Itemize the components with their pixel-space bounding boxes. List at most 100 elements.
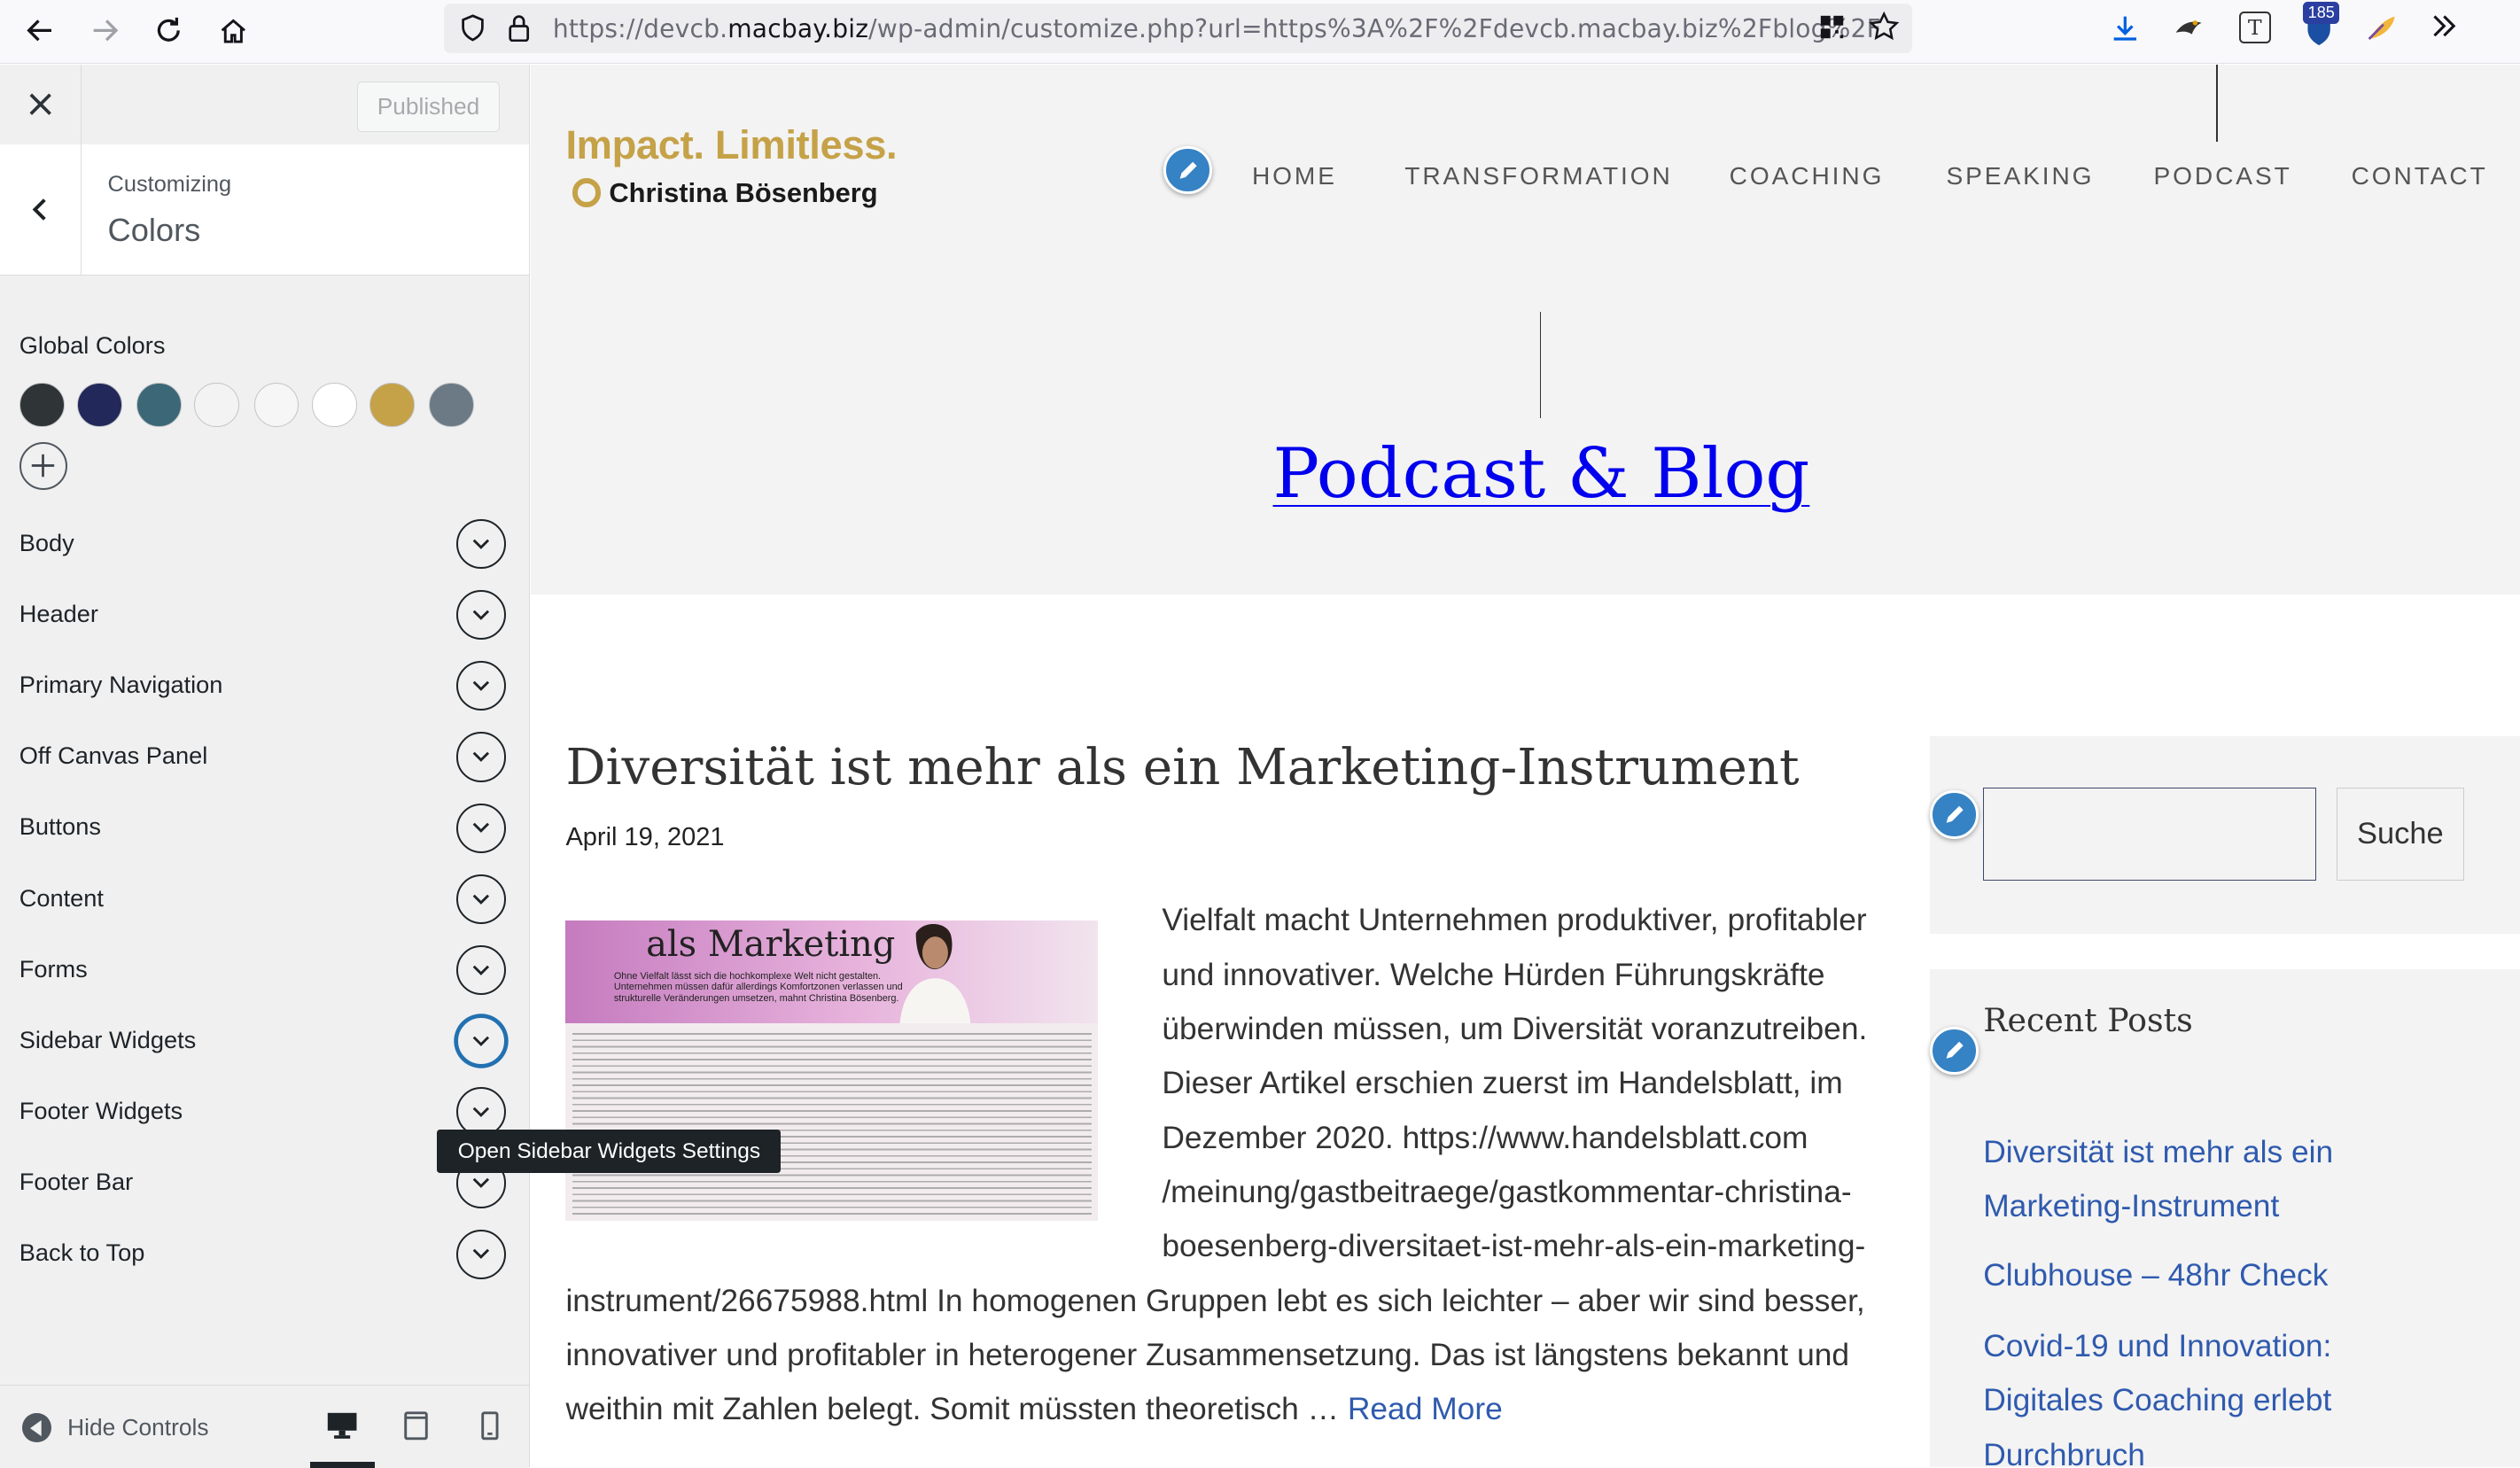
panel-row-header[interactable]: Header bbox=[0, 580, 529, 651]
page-title[interactable]: Podcast & Blog bbox=[531, 434, 2520, 514]
post-title[interactable]: Diversität ist mehr als ein Marketing-In… bbox=[565, 739, 1799, 796]
color-swatch[interactable] bbox=[194, 382, 240, 428]
color-swatch[interactable] bbox=[77, 382, 122, 428]
chevron-down-icon[interactable] bbox=[456, 518, 507, 570]
nav-item-speaking[interactable]: SPEAKING bbox=[1947, 162, 2095, 190]
color-swatch[interactable] bbox=[429, 382, 475, 428]
logo-tagline[interactable]: Impact. Limitless. bbox=[565, 122, 897, 168]
edit-pencil-icon[interactable] bbox=[1930, 1026, 1979, 1076]
post-date: April 19, 2021 bbox=[565, 822, 725, 851]
extension-bird-icon[interactable] bbox=[2173, 13, 2205, 50]
shield-icon[interactable] bbox=[460, 14, 486, 49]
browser-toolbar: https://devcb.macbay.biz/wp-admin/custom… bbox=[0, 0, 2520, 64]
url-text[interactable]: https://devcb.macbay.biz/wp-admin/custom… bbox=[553, 14, 1881, 43]
site-header: Impact. Limitless. Christina Bösenberg H… bbox=[530, 64, 2520, 595]
desktop-preview-icon[interactable] bbox=[310, 1405, 375, 1468]
download-icon[interactable] bbox=[2111, 13, 2140, 50]
chevron-down-icon[interactable] bbox=[456, 732, 507, 782]
color-swatch[interactable] bbox=[136, 382, 182, 428]
reload-icon[interactable] bbox=[148, 10, 190, 51]
recent-posts-title: Recent Posts bbox=[1983, 1000, 2193, 1039]
collapse-arrow-icon bbox=[22, 1413, 52, 1442]
customizing-label: Customizing bbox=[107, 172, 232, 198]
logo-name[interactable]: Christina Bösenberg bbox=[572, 177, 878, 209]
extension-badge: 185 bbox=[2303, 1, 2340, 25]
chevron-down-icon[interactable] bbox=[456, 1229, 507, 1279]
color-swatch[interactable] bbox=[369, 382, 415, 428]
divider bbox=[1539, 311, 1542, 418]
mobile-preview-icon[interactable] bbox=[470, 1405, 511, 1447]
panel-row-label: Footer Bar bbox=[19, 1168, 134, 1196]
hide-controls-label: Hide Controls bbox=[67, 1414, 209, 1441]
panel-row-off-canvas-panel[interactable]: Off Canvas Panel bbox=[0, 722, 529, 793]
section-header: Customizing Colors bbox=[0, 144, 529, 276]
panel-row-forms[interactable]: Forms bbox=[0, 936, 529, 1006]
logo-name-text: Christina Bösenberg bbox=[609, 176, 878, 208]
panel-row-label: Header bbox=[19, 599, 98, 627]
search-widget: Suche bbox=[1930, 735, 2520, 934]
panel-row-label: Buttons bbox=[19, 812, 101, 841]
published-button[interactable]: Published bbox=[356, 82, 501, 132]
panel-row-label: Primary Navigation bbox=[19, 671, 223, 699]
panel-row-content[interactable]: Content bbox=[0, 865, 529, 936]
color-swatch[interactable] bbox=[311, 382, 357, 428]
nav-item-home[interactable]: HOME bbox=[1252, 162, 1337, 190]
panel-row-label: Forms bbox=[19, 954, 88, 983]
recent-post-link[interactable]: Diversität ist mehr als ein Marketing-In… bbox=[1983, 1125, 2401, 1234]
url-bar[interactable]: https://devcb.macbay.biz/wp-admin/custom… bbox=[443, 3, 1913, 53]
recent-posts-widget: Recent Posts Diversität ist mehr als ein… bbox=[1930, 968, 2520, 1467]
customizer-footer: Hide Controls bbox=[0, 1385, 529, 1468]
panel-row-sidebar-widgets[interactable]: Sidebar Widgets bbox=[0, 1006, 529, 1077]
panel-row-label: Off Canvas Panel bbox=[19, 742, 208, 770]
add-color-button[interactable] bbox=[19, 441, 68, 491]
edit-pencil-icon[interactable] bbox=[1930, 790, 1979, 839]
recent-post-link[interactable]: Covid-19 und Innovation: Digitales Coach… bbox=[1983, 1319, 2401, 1467]
panel-row-label: Body bbox=[19, 528, 74, 556]
color-swatch[interactable] bbox=[19, 382, 65, 428]
logo-ring-icon bbox=[572, 178, 602, 207]
chevron-down-icon[interactable] bbox=[456, 874, 507, 924]
panel-row-label: Footer Widgets bbox=[19, 1097, 183, 1125]
lock-icon[interactable] bbox=[508, 13, 530, 50]
panel-row-label: Back to Top bbox=[19, 1239, 145, 1267]
text-extension-icon[interactable]: T bbox=[2238, 11, 2271, 43]
search-input[interactable] bbox=[1983, 787, 2316, 881]
forward-arrow-icon[interactable] bbox=[83, 10, 125, 51]
nav-item-coaching[interactable]: COACHING bbox=[1730, 162, 1885, 190]
nav-item-podcast[interactable]: PODCAST bbox=[2153, 162, 2291, 190]
tooltip: Open Sidebar Widgets Settings bbox=[437, 1130, 782, 1174]
chevron-down-icon[interactable] bbox=[456, 1016, 507, 1067]
home-icon[interactable] bbox=[212, 10, 253, 51]
panel-row-label: Content bbox=[19, 883, 104, 912]
overflow-chevrons-icon[interactable] bbox=[2430, 12, 2459, 48]
chevron-down-icon[interactable] bbox=[456, 803, 507, 853]
chevron-down-icon[interactable] bbox=[456, 944, 507, 996]
customizer-sidebar: Published Customizing Colors Global Colo… bbox=[0, 64, 782, 1468]
divider bbox=[2216, 64, 2219, 142]
nav-item-transformation[interactable]: TRANSFORMATION bbox=[1404, 162, 1672, 190]
global-colors-title: Global Colors bbox=[19, 330, 166, 359]
chevron-down-icon[interactable] bbox=[456, 590, 507, 641]
bookmark-star-icon[interactable] bbox=[1869, 11, 1900, 49]
panel-row-body[interactable]: Body bbox=[0, 509, 529, 580]
feather-extension-icon[interactable] bbox=[2366, 13, 2398, 50]
nav-item-contact[interactable]: CONTACT bbox=[2352, 162, 2488, 190]
hide-controls-button[interactable]: Hide Controls bbox=[22, 1413, 208, 1442]
qr-code-icon[interactable] bbox=[1819, 14, 1845, 47]
customizer-header: Published bbox=[0, 64, 529, 146]
panel-row-back-to-top[interactable]: Back to Top bbox=[0, 1220, 529, 1291]
tablet-preview-icon[interactable] bbox=[395, 1405, 437, 1447]
panel-row-primary-navigation[interactable]: Primary Navigation bbox=[0, 651, 529, 722]
search-button[interactable]: Suche bbox=[2337, 787, 2464, 881]
close-icon[interactable] bbox=[0, 64, 82, 145]
read-more-link[interactable]: Read More bbox=[1348, 1392, 1503, 1426]
edit-pencil-icon[interactable] bbox=[1163, 146, 1212, 195]
site-preview: Impact. Limitless. Christina Bösenberg H… bbox=[530, 64, 2520, 1467]
chevron-down-icon[interactable] bbox=[456, 661, 507, 711]
back-chevron-icon[interactable] bbox=[0, 144, 82, 276]
back-arrow-icon[interactable] bbox=[19, 10, 61, 51]
recent-post-link[interactable]: Clubhouse – 48hr Check bbox=[1983, 1248, 2401, 1302]
section-title: Colors bbox=[107, 212, 201, 249]
color-swatch[interactable] bbox=[253, 382, 299, 428]
panel-row-buttons[interactable]: Buttons bbox=[0, 794, 529, 865]
